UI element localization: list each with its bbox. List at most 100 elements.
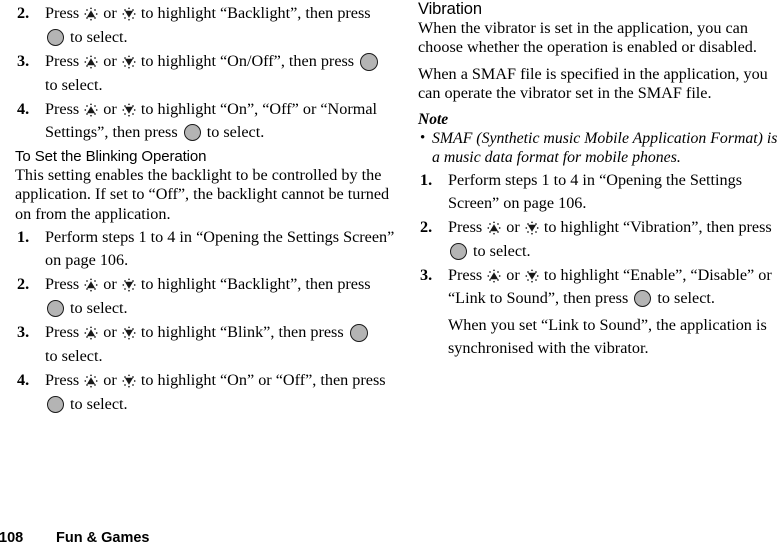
nav-down-key-icon <box>122 6 136 21</box>
step-text-part: to select. <box>70 395 128 414</box>
nav-up-key-icon <box>487 221 501 235</box>
continued-steps-list: 2. Press or to highlight “Backlight”, th… <box>15 2 400 144</box>
nav-down-key-icon <box>122 278 136 292</box>
step-number: 2. <box>420 218 433 237</box>
nav-down-key-icon <box>525 221 539 235</box>
step-text-part: or <box>103 52 117 70</box>
step-number: 3. <box>17 52 30 70</box>
step-number: 1. <box>420 171 433 190</box>
step-text-part: or <box>103 371 117 390</box>
step-text-part: to highlight “Blink”, then press <box>140 323 344 342</box>
nav-up-key-icon <box>84 374 98 388</box>
step-number: 4. <box>17 371 30 390</box>
list-item: 1. Perform steps 1 to 4 in “Opening the … <box>15 226 400 272</box>
center-select-key-icon <box>360 52 379 71</box>
step-continuation: to select. <box>45 26 400 49</box>
step-continuation: to select. <box>45 297 400 320</box>
step-continuation: to select. <box>45 347 103 366</box>
step-text-part: to highlight “Vibration”, then press <box>543 218 772 237</box>
step-text: Press or <box>448 218 772 236</box>
right-column: Vibration When the vibrator is set in th… <box>418 0 784 361</box>
step-continuation: to select. <box>45 393 400 416</box>
step-continuation: to select. <box>45 76 103 94</box>
nav-up-key-icon <box>84 6 98 21</box>
step-text: Perform steps 1 to 4 in “Opening the Set… <box>448 171 743 213</box>
note-text: SMAF (Synthetic music Mobile Application… <box>432 129 778 167</box>
page-footer: 108 Fun & Games <box>0 527 784 549</box>
nav-down-key-icon <box>122 54 136 69</box>
step-text-part: Press <box>45 4 80 22</box>
note-label: Note <box>418 110 449 128</box>
nav-up-key-icon <box>84 326 98 340</box>
list-item: • SMAF (Synthetic music Mobile Applicati… <box>418 129 784 168</box>
step-text-part: to select. <box>473 242 531 261</box>
step-text-part: to highlight “On/Off”, then press <box>140 52 355 70</box>
step-text-part: Press <box>45 52 80 70</box>
step-text: Press or <box>45 275 371 293</box>
step-text-part: Press <box>45 371 80 390</box>
nav-down-key-icon <box>122 102 136 117</box>
nav-up-key-icon <box>84 278 98 292</box>
manual-page: 2. Press or to highlight “Backlight”, th… <box>0 0 784 549</box>
step-text: Press or <box>45 371 386 389</box>
vibration-steps-list: 1. Perform steps 1 to 4 in “Opening the … <box>418 169 784 360</box>
step-number: 1. <box>17 228 30 247</box>
list-item: 4. Press or <box>15 98 400 144</box>
left-column: 2. Press or to highlight “Backlight”, th… <box>15 0 400 417</box>
step-text-part: Press <box>448 218 483 237</box>
step-text-part: Press <box>45 323 80 342</box>
nav-down-key-icon <box>122 326 136 340</box>
blinking-steps-list: 1. Perform steps 1 to 4 in “Opening the … <box>15 226 400 416</box>
list-item: 3. Press or <box>15 321 400 368</box>
step-text-part: to highlight “On” or “Off”, then press <box>140 371 386 390</box>
list-item: 2. Press or <box>15 273 400 320</box>
section-paragraph: This setting enables the backlight to be… <box>15 166 390 223</box>
center-select-key-icon <box>183 124 201 141</box>
list-item: 3. Press or <box>15 50 400 97</box>
page-number: 108 <box>0 530 24 546</box>
list-item: 3. Press or <box>418 264 784 360</box>
step-text-part: to select. <box>657 289 715 308</box>
step-text-part: or <box>103 100 117 118</box>
step-text-part: Press <box>45 275 80 294</box>
center-select-key-icon <box>349 323 368 342</box>
center-select-key-icon <box>47 396 64 414</box>
center-select-key-icon <box>450 243 467 261</box>
step-text-part: Press <box>448 266 483 285</box>
step-text: Press or <box>45 52 380 71</box>
step-text-part: or <box>103 4 117 22</box>
step-number: 4. <box>17 100 30 118</box>
center-select-key-icon <box>47 300 64 318</box>
step-text-part: to select. <box>70 28 128 46</box>
step-extra-note: When you set “Link to Sound”, the applic… <box>448 316 767 358</box>
nav-up-key-icon <box>487 269 501 283</box>
bullet-icon: • <box>420 129 426 146</box>
section-heading-vibration: Vibration <box>418 0 482 18</box>
nav-up-key-icon <box>84 54 98 69</box>
step-number: 2. <box>17 275 30 294</box>
nav-up-key-icon <box>84 102 98 117</box>
list-item: 4. Press or <box>15 369 400 416</box>
center-select-key-icon <box>47 29 64 46</box>
nav-down-key-icon <box>122 374 136 388</box>
step-text-part: to highlight “Backlight”, then press <box>140 4 371 22</box>
list-item: 2. Press or <box>15 2 400 49</box>
step-text-part: or <box>506 218 520 237</box>
step-text-part: to highlight “Backlight”, then press <box>140 275 371 294</box>
step-text-part: or <box>103 323 117 342</box>
chapter-name: Fun & Games <box>56 530 150 546</box>
step-number: 2. <box>17 4 30 22</box>
step-text: Press or <box>45 4 371 22</box>
step-text-part: or <box>506 266 520 285</box>
list-item: 1. Perform steps 1 to 4 in “Opening the … <box>418 169 784 215</box>
step-text-part: to select. <box>70 299 128 318</box>
step-text: Perform steps 1 to 4 in “Opening the Set… <box>45 228 395 270</box>
list-item: 2. Press or <box>418 216 784 263</box>
step-text-part: or <box>103 275 117 294</box>
nav-down-key-icon <box>525 269 539 283</box>
vibration-paragraph-1: When the vibrator is set in the applicat… <box>418 19 757 57</box>
note-list: • SMAF (Synthetic music Mobile Applicati… <box>418 129 784 168</box>
step-text-part: to select. <box>206 123 265 141</box>
step-text-part: Press <box>45 100 80 118</box>
step-text: Press or <box>45 100 377 141</box>
